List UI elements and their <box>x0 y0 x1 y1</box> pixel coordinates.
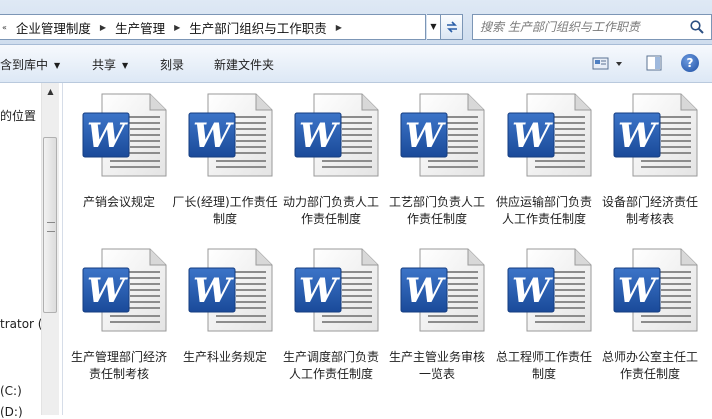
grip-icon <box>47 222 55 232</box>
nav-item-user[interactable]: trator (l <box>0 317 46 331</box>
word-document-icon <box>188 93 273 177</box>
breadcrumb-item-enterprise[interactable]: 企业管理制度 <box>10 18 97 37</box>
word-document-icon <box>613 93 698 177</box>
word-document-icon <box>188 248 273 332</box>
file-name: 生产主管业务审核一览表 <box>388 350 485 381</box>
change-view-icon[interactable] <box>592 56 628 72</box>
breadcrumb-item-current[interactable]: 生产部门组织与工作职责 <box>183 18 333 37</box>
nav-item-recent-places[interactable]: 的位置 <box>0 107 36 124</box>
share-button[interactable]: 共享 ▼ <box>92 56 128 73</box>
share-label: 共享 <box>92 58 117 72</box>
file-name: 总工程师工作责任制度 <box>495 350 592 381</box>
word-document-icon <box>400 248 485 332</box>
command-toolbar: 含到库中 ▼ 共享 ▼ 刻录 新建文件夹 ? <box>0 45 712 83</box>
breadcrumb[interactable]: « 企业管理制度 ▶ 生产管理 ▶ 生产部门组织与工作职责 ▶ <box>0 14 426 40</box>
address-bar: « 企业管理制度 ▶ 生产管理 ▶ 生产部门组织与工作职责 ▶ ▼ <box>0 0 712 45</box>
search-box[interactable] <box>472 14 712 40</box>
word-document-icon <box>82 248 167 332</box>
nav-item-drive-d[interactable]: (D:) <box>0 405 23 419</box>
word-document-icon <box>294 93 379 177</box>
preview-pane-icon[interactable] <box>646 55 662 71</box>
search-input[interactable] <box>480 19 680 35</box>
search-icon[interactable] <box>689 19 705 35</box>
scroll-thumb[interactable] <box>43 137 57 313</box>
file-name: 设备部门经济责任制考核表 <box>601 195 698 226</box>
include-in-library-label: 含到库中 <box>0 58 49 72</box>
file-name: 厂长(经理)工作责任制度 <box>172 195 278 226</box>
word-document-icon <box>613 248 698 332</box>
word-document-icon <box>82 93 167 177</box>
chevron-right-icon[interactable]: ▶ <box>171 23 183 32</box>
refresh-icon <box>446 21 457 33</box>
word-document-icon <box>294 248 379 332</box>
address-history-dropdown[interactable]: ▼ <box>427 14 441 40</box>
word-document-icon <box>400 93 485 177</box>
file-name: 生产管理部门经济责任制考核 <box>70 350 167 381</box>
file-name: 生产调度部门负责人工作责任制度 <box>282 350 379 381</box>
chevron-down-icon: ▼ <box>122 61 129 70</box>
word-document-icon <box>507 93 592 177</box>
new-folder-button[interactable]: 新建文件夹 <box>214 56 274 73</box>
nav-item-drive-c[interactable]: (C:) <box>0 384 22 398</box>
burn-button[interactable]: 刻录 <box>160 56 184 73</box>
include-in-library-button[interactable]: 含到库中 ▼ <box>0 56 60 73</box>
chevron-down-icon: ▼ <box>54 61 61 70</box>
word-document-icon <box>507 248 592 332</box>
breadcrumb-overflow-icon[interactable]: « <box>0 23 10 32</box>
chevron-right-icon[interactable]: ▶ <box>333 23 345 32</box>
refresh-button[interactable] <box>441 14 463 40</box>
file-name: 工艺部门负责人工作责任制度 <box>388 195 485 226</box>
breadcrumb-item-production[interactable]: 生产管理 <box>109 18 171 37</box>
nav-scrollbar[interactable]: ▲ <box>41 83 59 415</box>
file-name: 生产科业务规定 <box>182 350 267 364</box>
file-name: 总师办公室主任工作责任制度 <box>601 350 698 381</box>
help-icon[interactable]: ? <box>681 54 699 72</box>
file-list: 产销会议规定 厂长(经理)工作责任制度 动力部门负责人工作责任制度 工艺部门负责… <box>63 83 712 415</box>
file-name: 供应运输部门负责人工作责任制度 <box>495 195 592 226</box>
file-name: 动力部门负责人工作责任制度 <box>282 195 379 226</box>
chevron-right-icon[interactable]: ▶ <box>97 23 109 32</box>
file-name: 产销会议规定 <box>82 195 155 209</box>
scroll-up-icon[interactable]: ▲ <box>42 83 59 100</box>
